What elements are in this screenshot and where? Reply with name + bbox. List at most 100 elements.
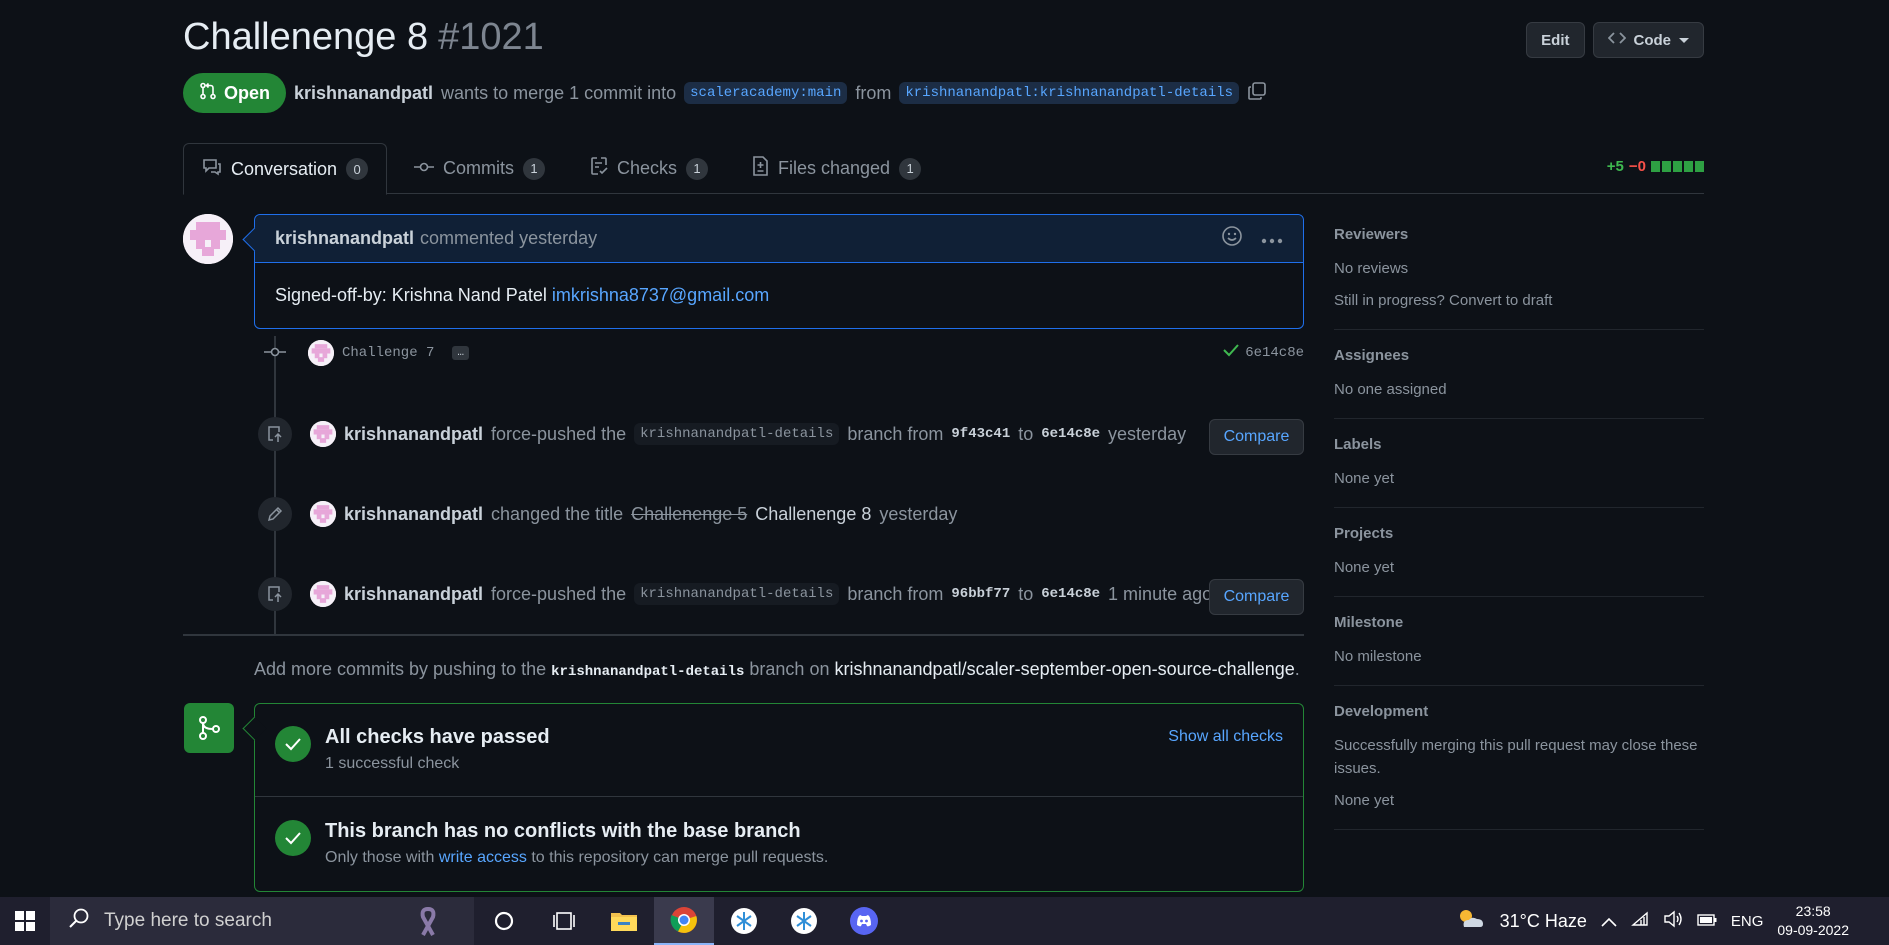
diffstat: +5 −0 (1607, 158, 1704, 175)
base-branch[interactable]: scaleracademy:main (684, 82, 848, 104)
compare-button[interactable]: Compare (1209, 419, 1304, 455)
chevron-up-icon[interactable] (1601, 911, 1617, 932)
tab-label: Files changed (778, 158, 891, 178)
smiley-icon[interactable] (1221, 225, 1243, 252)
write-access-link[interactable]: write access (439, 849, 527, 866)
kebab-horizontal-icon[interactable] (1261, 228, 1283, 249)
force-push-event: krishnanandpatl force-pushed the krishna… (258, 577, 1212, 611)
chevron-down-icon (1679, 37, 1689, 43)
wifi-icon[interactable] (1630, 910, 1649, 932)
commit-icon (414, 158, 434, 179)
event-branch[interactable]: krishnanandpatl-details (634, 423, 840, 445)
windows-start-icon[interactable] (0, 897, 50, 945)
commit-sha-link[interactable]: 6e14c8e (1245, 345, 1304, 361)
show-all-checks-link[interactable]: Show all checks (1168, 728, 1283, 746)
hint-text: branch on (749, 659, 830, 679)
diff-deletions: −0 (1628, 158, 1646, 175)
from-sha[interactable]: 96bbf77 (951, 586, 1010, 602)
sidebar-heading[interactable]: Projects (1334, 525, 1704, 542)
merge-divider (255, 796, 1303, 797)
event-actor[interactable]: krishnanandpatl (344, 424, 483, 445)
clock[interactable]: 23:58 09-09-2022 (1777, 902, 1849, 940)
sidebar-heading[interactable]: Reviewers (1334, 226, 1704, 243)
tab-label: Checks (617, 158, 678, 178)
avatar[interactable] (183, 214, 233, 264)
conflicts-row: This branch has no conflicts with the ba… (255, 820, 1303, 867)
timeline-divider (183, 634, 1304, 636)
copy-icon[interactable] (1247, 81, 1267, 106)
checks-title: All checks have passed (325, 726, 550, 748)
sidebar-heading[interactable]: Labels (1334, 436, 1704, 453)
event-text: force-pushed the (491, 423, 627, 444)
clock-date: 09-09-2022 (1777, 922, 1849, 938)
push-hint: Add more commits by pushing to the krish… (254, 659, 1300, 680)
repo-push-icon (258, 577, 292, 611)
repo-link[interactable]: krishnanandpatl/scaler-september-open-so… (834, 659, 1294, 679)
tab-checks[interactable]: Checks 1 (572, 143, 726, 194)
convert-to-draft-link[interactable]: Still in progress? Convert to draft (1334, 289, 1704, 312)
head-branch[interactable]: krishnanandpatl:krishnanandpatl-details (899, 82, 1240, 104)
compare-button[interactable]: Compare (1209, 579, 1304, 615)
avatar[interactable] (310, 501, 336, 527)
sidebar-heading[interactable]: Assignees (1334, 347, 1704, 364)
tab-conversation[interactable]: Conversation 0 (183, 143, 388, 195)
task-view-icon[interactable] (534, 897, 594, 945)
pr-author-link[interactable]: krishnanandpatl (294, 83, 433, 104)
sidebar-heading[interactable]: Development (1334, 703, 1704, 720)
pencil-icon (258, 497, 292, 531)
commit-message[interactable]: Challenge 7 (342, 345, 434, 361)
app-icon[interactable] (714, 897, 774, 945)
tab-label: Commits (443, 158, 514, 178)
code-icon (1607, 31, 1626, 49)
language-indicator[interactable]: ENG (1731, 913, 1764, 930)
event-time: yesterday (879, 503, 958, 524)
weather-text[interactable]: 31°C Haze (1500, 911, 1587, 932)
avatar[interactable] (310, 421, 336, 447)
tab-commits[interactable]: Commits 1 (396, 143, 563, 194)
edit-button[interactable]: Edit (1526, 22, 1585, 58)
event-actor[interactable]: krishnanandpatl (344, 504, 483, 525)
comment-author[interactable]: krishnanandpatl (275, 228, 414, 249)
sidebar-value: None yet (1334, 792, 1395, 809)
taskbar: Type here to search 31°C Haze ENG 23:58 … (0, 897, 1889, 945)
battery-icon[interactable] (1697, 911, 1717, 932)
pr-number: #1021 (438, 16, 544, 58)
cortana-icon[interactable] (474, 897, 534, 945)
event-branch[interactable]: krishnanandpatl-details (634, 583, 840, 605)
code-button[interactable]: Code (1592, 22, 1704, 58)
from-sha[interactable]: 9f43c41 (951, 426, 1010, 442)
avatar[interactable] (308, 340, 334, 366)
comment-box: krishnanandpatl commented yesterday Sign… (254, 214, 1304, 329)
speaker-icon[interactable] (1663, 910, 1683, 933)
pr-title-text: Challenenge 8 (183, 16, 429, 58)
to-sha[interactable]: 6e14c8e (1041, 586, 1100, 602)
file-explorer-icon[interactable] (594, 897, 654, 945)
event-text: force-pushed the (491, 583, 627, 604)
event-text: branch from (847, 583, 944, 604)
tab-counter: 0 (346, 158, 369, 180)
sidebar-heading[interactable]: Milestone (1334, 614, 1704, 631)
to-sha[interactable]: 6e14c8e (1041, 426, 1100, 442)
tab-files-changed[interactable]: Files changed 1 (733, 143, 939, 194)
hint-end: . (1294, 659, 1300, 679)
app-icon[interactable] (774, 897, 834, 945)
avatar[interactable] (310, 581, 336, 607)
discord-icon[interactable] (834, 897, 894, 945)
diffstat-blocks (1651, 161, 1704, 172)
merge-status-box: All checks have passed 1 successful chec… (254, 703, 1304, 892)
comment-text: Signed-off-by: Krishna Nand Patel (275, 285, 547, 305)
conflicts-subtitle: Only those with write access to this rep… (325, 849, 828, 867)
pr-title: Challenenge 8 #1021 (183, 16, 544, 59)
sidebar-development: Development Successfully merging this pu… (1334, 703, 1704, 830)
sidebar-labels: Labels None yet (1334, 436, 1704, 508)
ribbon-icon (418, 907, 438, 943)
file-diff-icon (751, 156, 769, 181)
event-actor[interactable]: krishnanandpatl (344, 584, 483, 605)
chrome-icon[interactable] (654, 897, 714, 945)
commit-sha: 6e14c8e (1223, 343, 1304, 362)
tab-counter: 1 (899, 157, 922, 180)
taskbar-search-input[interactable]: Type here to search (50, 897, 474, 945)
expand-commit-button[interactable]: … (452, 346, 470, 360)
email-link[interactable]: imkrishna8737@gmail.com (552, 285, 769, 305)
header-actions: Edit Code (1526, 22, 1704, 58)
